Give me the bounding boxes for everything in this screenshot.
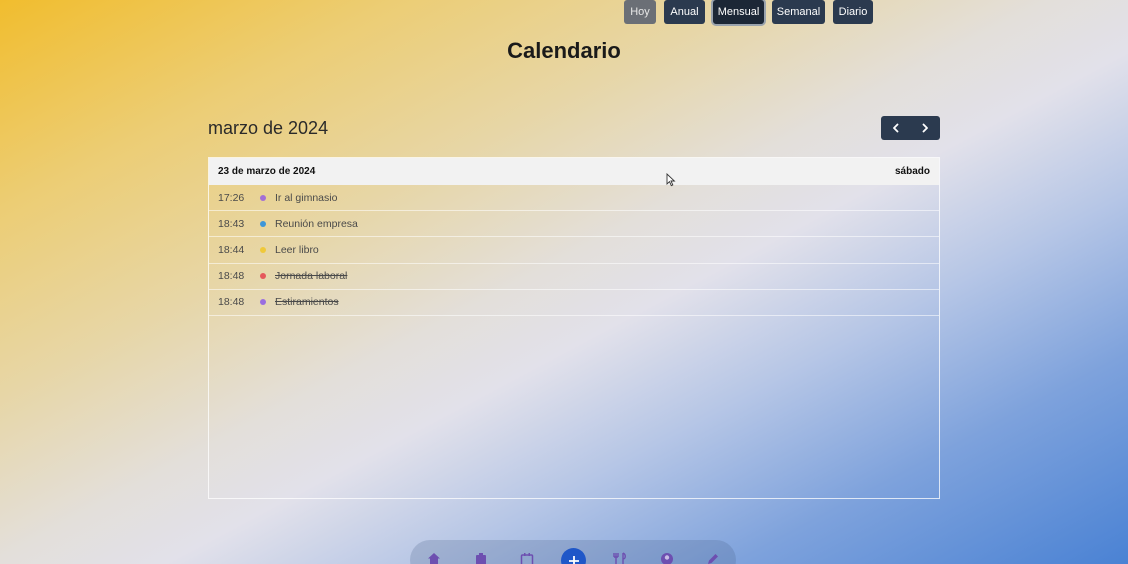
event-time: 18:48 bbox=[218, 270, 245, 283]
event-row[interactable]: 18:44 Leer libro bbox=[209, 237, 939, 264]
monthly-view-button[interactable]: Mensual bbox=[713, 0, 764, 24]
previous-button[interactable] bbox=[881, 116, 911, 140]
event-color-dot bbox=[260, 299, 266, 306]
event-time: 18:43 bbox=[218, 217, 245, 230]
event-time: 18:48 bbox=[218, 296, 245, 309]
weekly-view-button[interactable]: Semanal bbox=[772, 0, 825, 24]
daily-view-button[interactable]: Diario bbox=[833, 0, 873, 24]
calendar-icon[interactable] bbox=[520, 552, 534, 564]
date-navigation bbox=[881, 116, 940, 140]
next-button[interactable] bbox=[911, 116, 941, 140]
day-header: 23 de marzo de 2024 sábado bbox=[209, 158, 939, 185]
day-events-panel: 23 de marzo de 2024 sábado 17:26 Ir al g… bbox=[208, 157, 940, 499]
event-row[interactable]: 18:48 Jornada laboral bbox=[209, 264, 939, 290]
event-time: 17:26 bbox=[218, 191, 245, 204]
edit-icon[interactable] bbox=[706, 552, 720, 564]
event-color-dot bbox=[260, 220, 266, 227]
page-title: Calendario bbox=[507, 38, 621, 63]
chevron-left-icon bbox=[892, 123, 899, 133]
event-row[interactable]: 18:43 Reunión empresa bbox=[209, 211, 939, 238]
event-title: Estiramientos bbox=[275, 296, 339, 309]
home-icon[interactable] bbox=[427, 552, 441, 564]
today-button[interactable]: Hoy bbox=[624, 0, 656, 24]
day-weekday-label: sábado bbox=[894, 166, 930, 177]
chevron-right-icon bbox=[922, 123, 929, 133]
event-color-dot bbox=[260, 194, 266, 201]
event-title: Reunión empresa bbox=[275, 217, 358, 230]
event-color-dot bbox=[260, 246, 266, 253]
event-row[interactable]: 17:26 Ir al gimnasio bbox=[209, 185, 939, 212]
annual-view-button[interactable]: Anual bbox=[664, 0, 705, 24]
event-list: 17:26 Ir al gimnasio 18:43 Reunión empre… bbox=[209, 185, 939, 316]
month-label: marzo de 2024 bbox=[208, 118, 329, 138]
day-date-label: 23 de marzo de 2024 bbox=[218, 166, 316, 177]
event-row[interactable]: 18:48 Estiramientos bbox=[209, 290, 939, 316]
profile-icon[interactable] bbox=[660, 552, 674, 564]
event-title: Ir al gimnasio bbox=[275, 191, 338, 204]
event-color-dot bbox=[260, 273, 266, 280]
event-title: Leer libro bbox=[275, 243, 319, 256]
event-title: Jornada laboral bbox=[275, 270, 348, 283]
plus-icon bbox=[568, 555, 579, 564]
mouse-cursor-icon bbox=[666, 173, 676, 187]
event-time: 18:44 bbox=[218, 243, 245, 256]
food-icon[interactable] bbox=[613, 552, 627, 564]
tasks-icon[interactable] bbox=[474, 552, 488, 564]
